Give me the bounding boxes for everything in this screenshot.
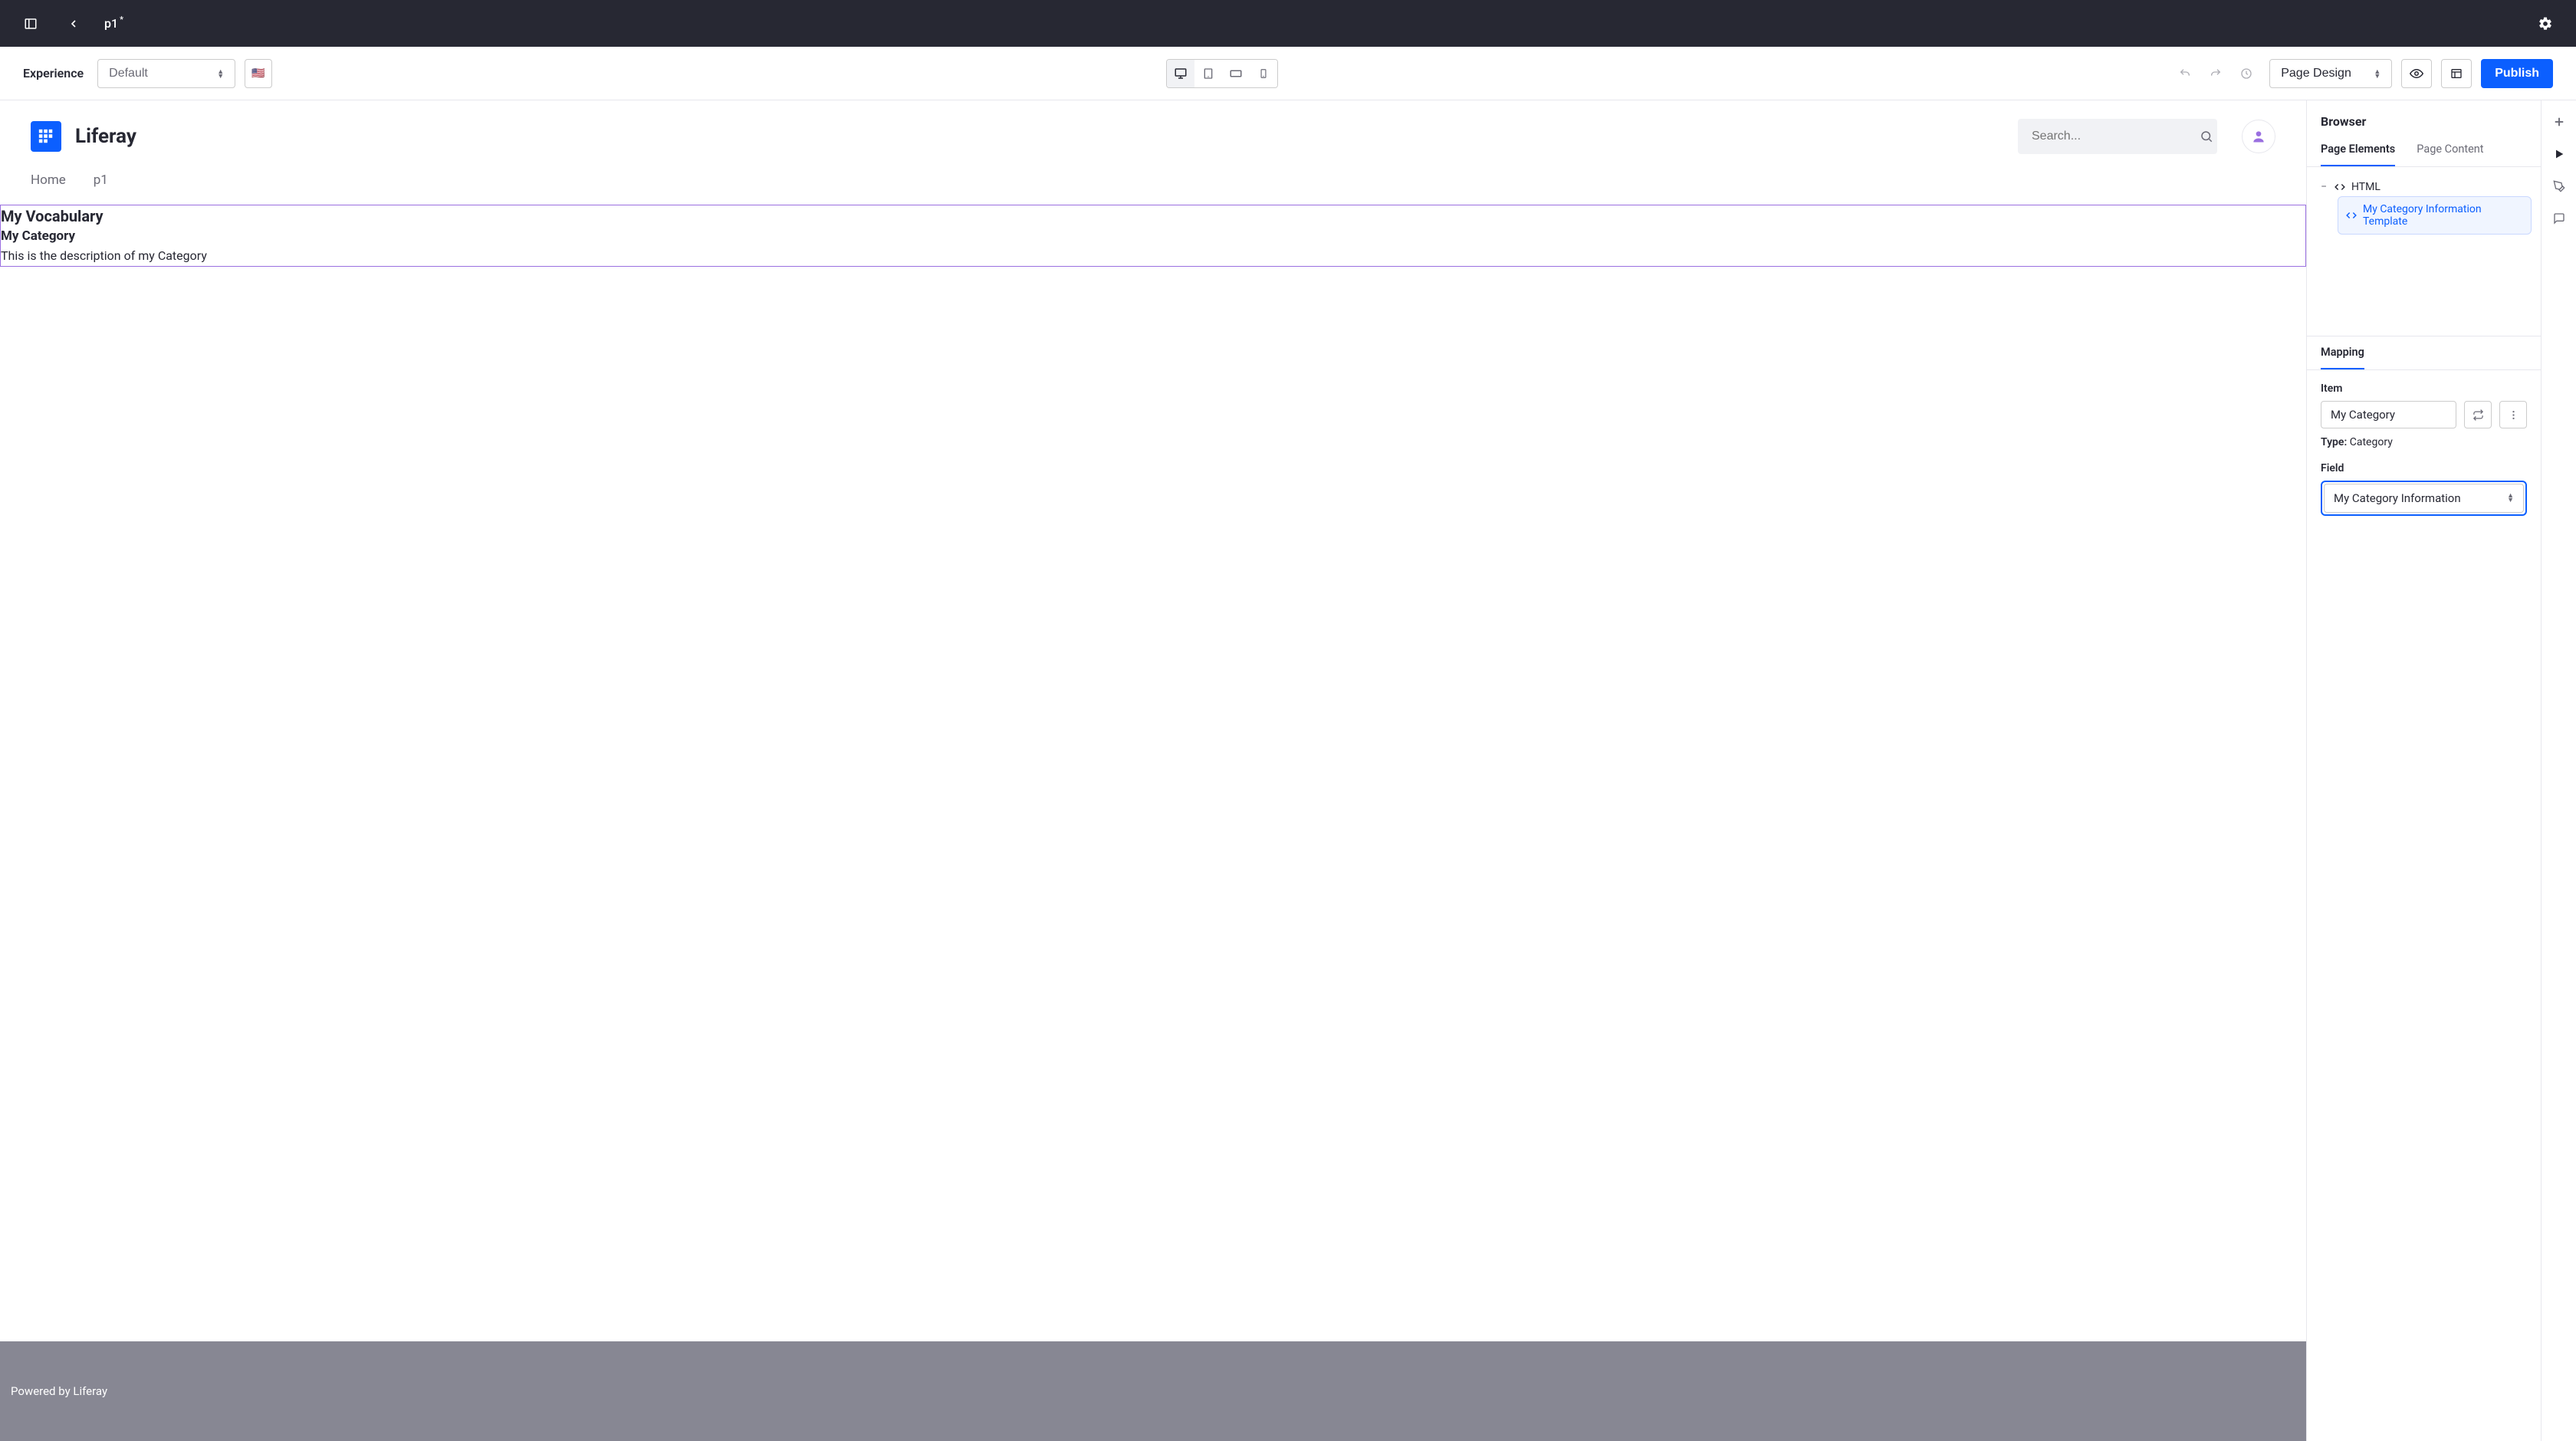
edit-mode-value: Page Design	[2281, 67, 2351, 80]
user-avatar-button[interactable]	[2242, 120, 2275, 153]
site-name: Liferay	[75, 125, 136, 148]
type-value: Category	[2350, 436, 2393, 448]
undo-button[interactable]	[2171, 59, 2199, 88]
nav-p1-link[interactable]: p1	[94, 172, 108, 188]
tree-root-row[interactable]: − HTML	[2316, 178, 2532, 196]
site-nav: Home p1	[0, 162, 2306, 205]
device-desktop-button[interactable]	[1167, 60, 1194, 87]
select-arrows-icon: ▲▼	[217, 69, 224, 78]
publish-button[interactable]: Publish	[2481, 59, 2553, 88]
fragment-description: This is the description of my Category	[1, 248, 2305, 263]
rail-comments-button[interactable]	[2547, 206, 2571, 231]
right-rail	[2541, 100, 2576, 1441]
device-landscape-button[interactable]	[1222, 60, 1250, 87]
browser-panel: Browser Page Elements Page Content − HTM…	[2306, 100, 2541, 1441]
configuration-button[interactable]	[2441, 59, 2472, 88]
modified-indicator: *	[120, 15, 123, 25]
language-button[interactable]: 🇺🇸	[245, 59, 272, 88]
back-button[interactable]	[61, 11, 86, 36]
experience-label: Experience	[23, 66, 84, 80]
element-tree: − HTML My Category Information Template	[2307, 167, 2541, 336]
selected-fragment[interactable]: My Vocabulary My Category This is the de…	[0, 205, 2306, 267]
tab-page-elements[interactable]: Page Elements	[2321, 135, 2395, 166]
site-footer: Powered by Liferay	[0, 1341, 2306, 1441]
tree-child-item[interactable]: My Category Information Template	[2338, 196, 2532, 235]
search-input[interactable]	[2032, 130, 2190, 143]
code-icon	[2346, 210, 2357, 221]
flag-us-icon: 🇺🇸	[251, 67, 264, 80]
experience-select[interactable]: Default ▲▼	[97, 59, 235, 88]
search-icon	[2200, 130, 2213, 143]
fragment-subtitle: My Category	[1, 228, 2305, 244]
settings-button[interactable]	[2533, 11, 2558, 36]
history-button[interactable]	[2233, 59, 2260, 88]
field-select[interactable]: My Category Information ▲▼	[2324, 484, 2524, 513]
topbar: p1 *	[0, 0, 2576, 47]
preview-button[interactable]	[2401, 59, 2432, 88]
select-arrows-icon: ▲▼	[2374, 69, 2380, 78]
experience-select-value: Default	[109, 67, 148, 80]
page-title: p1 *	[104, 16, 123, 31]
browser-title: Browser	[2307, 100, 2541, 135]
device-mobile-button[interactable]	[1250, 60, 1277, 87]
type-key: Type:	[2321, 436, 2347, 448]
nav-home-link[interactable]: Home	[31, 172, 66, 188]
redo-button[interactable]	[2202, 59, 2229, 88]
footer-text: Powered by Liferay	[11, 1384, 107, 1398]
edit-mode-select[interactable]: Page Design ▲▼	[2269, 59, 2392, 88]
field-label: Field	[2321, 462, 2527, 474]
item-input-value: My Category	[2331, 408, 2395, 422]
tree-root-label: HTML	[2351, 181, 2380, 193]
rail-browser-button[interactable]	[2547, 142, 2571, 166]
item-actions-button[interactable]	[2499, 401, 2527, 428]
tab-mapping[interactable]: Mapping	[2321, 336, 2364, 369]
page-title-text: p1	[104, 16, 118, 31]
rail-design-button[interactable]	[2547, 174, 2571, 199]
fragment-title: My Vocabulary	[1, 207, 2305, 225]
site-logo	[31, 121, 61, 152]
device-preview-group	[1166, 59, 1278, 88]
code-icon	[2334, 182, 2345, 192]
page-canvas: Liferay Home p1 My Vocabulary My Categor…	[0, 100, 2306, 1441]
field-select-value: My Category Information	[2334, 491, 2461, 505]
item-input[interactable]: My Category	[2321, 401, 2456, 428]
toggle-sidebar-button[interactable]	[18, 11, 43, 36]
device-tablet-button[interactable]	[1194, 60, 1222, 87]
item-label: Item	[2321, 382, 2527, 395]
type-line: Type: Category	[2321, 436, 2527, 448]
editor-toolbar: Experience Default ▲▼ 🇺🇸	[0, 47, 2576, 100]
search-box[interactable]	[2018, 119, 2217, 154]
tree-child-label: My Category Information Template	[2363, 203, 2523, 228]
select-arrows-icon: ▲▼	[2507, 494, 2514, 503]
tab-page-content[interactable]: Page Content	[2417, 135, 2483, 166]
rail-add-button[interactable]	[2547, 110, 2571, 134]
collapse-icon[interactable]: −	[2319, 181, 2328, 193]
item-swap-button[interactable]	[2464, 401, 2492, 428]
